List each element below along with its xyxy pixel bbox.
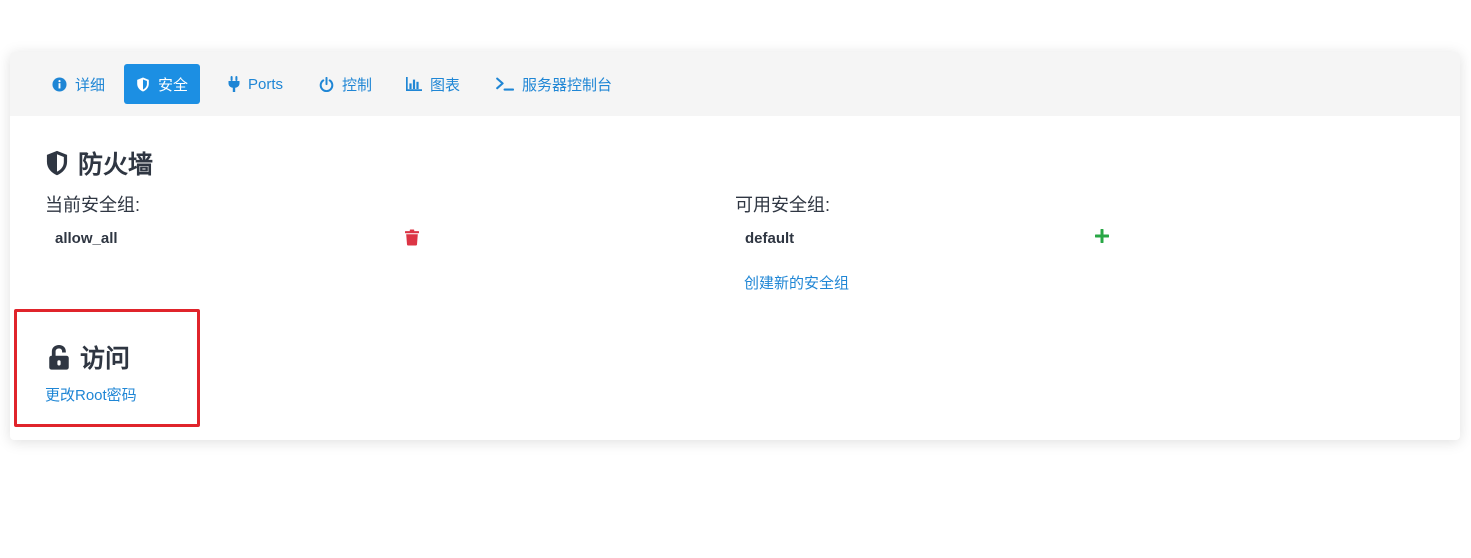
tab-bar: 详细 安全 Ports 控制 图表 服务器控制台 bbox=[10, 52, 1460, 116]
shield-icon bbox=[137, 76, 149, 92]
server-detail-card: 详细 安全 Ports 控制 图表 服务器控制台 防火墙 当前安全组: allo… bbox=[10, 52, 1460, 440]
available-group-name: default bbox=[745, 230, 795, 247]
add-group-button[interactable] bbox=[1093, 227, 1111, 245]
remove-group-button[interactable] bbox=[403, 227, 421, 247]
tab-ports[interactable]: Ports bbox=[216, 64, 295, 104]
tab-control-label: 控制 bbox=[342, 76, 373, 94]
current-groups-label: 当前安全组: bbox=[45, 195, 141, 215]
tab-server-console-label: 服务器控制台 bbox=[522, 76, 613, 94]
tab-control[interactable]: 控制 bbox=[307, 64, 384, 104]
create-security-group-link[interactable]: 创建新的安全组 bbox=[744, 272, 849, 293]
power-icon bbox=[319, 76, 334, 92]
current-group-name: allow_all bbox=[55, 230, 118, 247]
bar-chart-icon bbox=[406, 77, 422, 91]
tab-security[interactable]: 安全 bbox=[124, 64, 201, 104]
tab-details[interactable]: 详细 bbox=[40, 64, 117, 104]
plug-icon bbox=[228, 76, 240, 92]
tab-server-console[interactable]: 服务器控制台 bbox=[484, 64, 624, 104]
highlight-box bbox=[14, 309, 200, 427]
firewall-heading: 防火墙 bbox=[45, 145, 153, 181]
plus-icon bbox=[1095, 229, 1109, 243]
shield-icon bbox=[46, 150, 68, 176]
available-groups-label: 可用安全组: bbox=[735, 195, 831, 215]
info-circle-icon bbox=[52, 76, 67, 92]
tab-charts-label: 图表 bbox=[430, 76, 461, 94]
firewall-title: 防火墙 bbox=[78, 151, 154, 179]
tab-charts[interactable]: 图表 bbox=[394, 64, 472, 104]
tab-security-label: 安全 bbox=[158, 76, 189, 94]
tab-details-label: 详细 bbox=[75, 76, 106, 94]
trash-icon bbox=[405, 229, 419, 245]
terminal-icon bbox=[496, 77, 514, 91]
tab-ports-label: Ports bbox=[248, 75, 284, 93]
